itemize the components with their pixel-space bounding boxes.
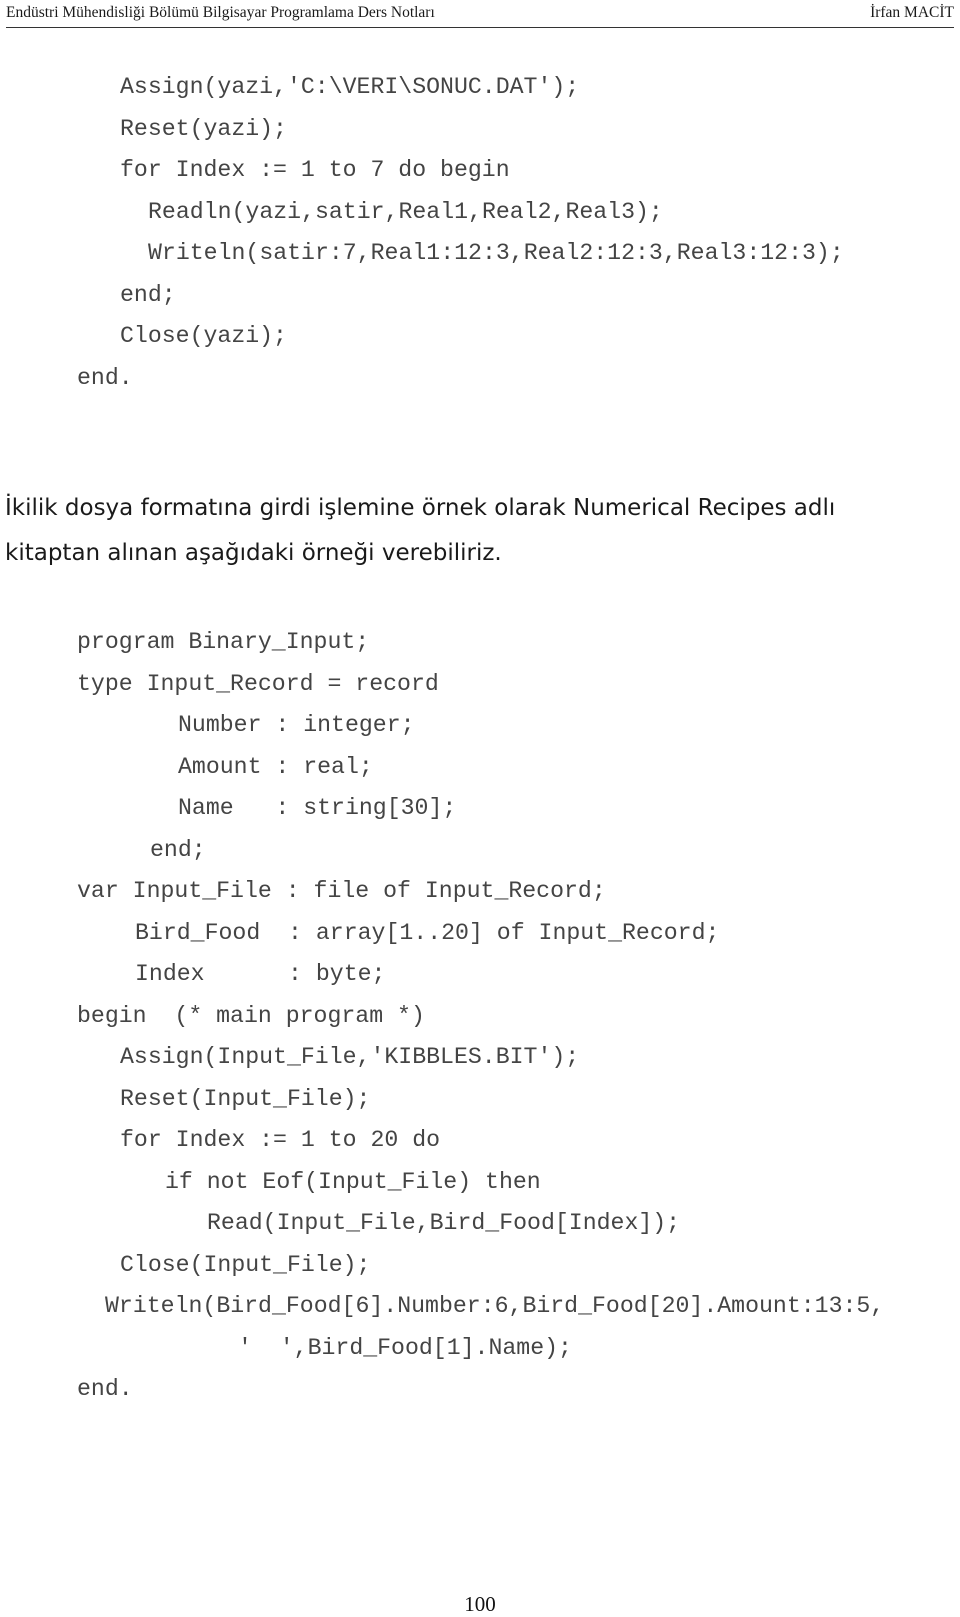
author-name: İrfan MACİT [870,4,954,21]
code-line: begin (* main program *) [77,1003,425,1029]
code-line: Bird_Food : array[1..20] of Input_Record… [135,920,720,946]
paragraph-line: kitaptan alınan aşağıdaki örneği verebil… [5,540,502,566]
code-line: var Input_File : file of Input_Record; [77,878,606,904]
code-line: program Binary_Input; [77,629,370,655]
code-line: end. [77,1376,133,1402]
code-line: Name : string[30]; [178,795,457,821]
code-line: for Index := 1 to 7 do begin [120,157,510,183]
code-line: Assign(yazi,'C:\VERI\SONUC.DAT'); [120,74,580,100]
code-line: end. [77,365,133,391]
code-line: type Input_Record = record [77,671,439,697]
code-line: if not Eof(Input_File) then [165,1169,541,1195]
code-line: end; [120,282,176,308]
code-line: Amount : real; [178,754,373,780]
page-number: 100 [464,1592,496,1616]
code-line: Index : byte; [135,961,386,987]
code-line: Close(Input_File); [120,1252,371,1278]
code-line: Number : integer; [178,712,415,738]
page-header: Endüstri Mühendisliği Bölümü Bilgisayar … [6,0,954,28]
code-line: Writeln(Bird_Food[6].Number:6,Bird_Food[… [105,1293,885,1319]
code-line: for Index := 1 to 20 do [120,1127,441,1153]
code-line: Assign(Input_File,'KIBBLES.BIT'); [120,1044,580,1070]
course-title: Endüstri Mühendisliği Bölümü Bilgisayar … [6,4,435,21]
code-line: Close(yazi); [120,323,287,349]
code-line: ' ',Bird_Food[1].Name); [238,1335,572,1361]
code-line: end; [150,837,206,863]
code-line: Reset(Input_File); [120,1086,371,1112]
code-line: Readln(yazi,satir,Real1,Real2,Real3); [148,199,663,225]
paragraph-line: İkilik dosya formatına girdi işlemine ör… [5,495,836,521]
code-line: Reset(yazi); [120,116,287,142]
code-line: Writeln(satir:7,Real1:12:3,Real2:12:3,Re… [148,240,844,266]
code-line: Read(Input_File,Bird_Food[Index]); [207,1210,681,1236]
